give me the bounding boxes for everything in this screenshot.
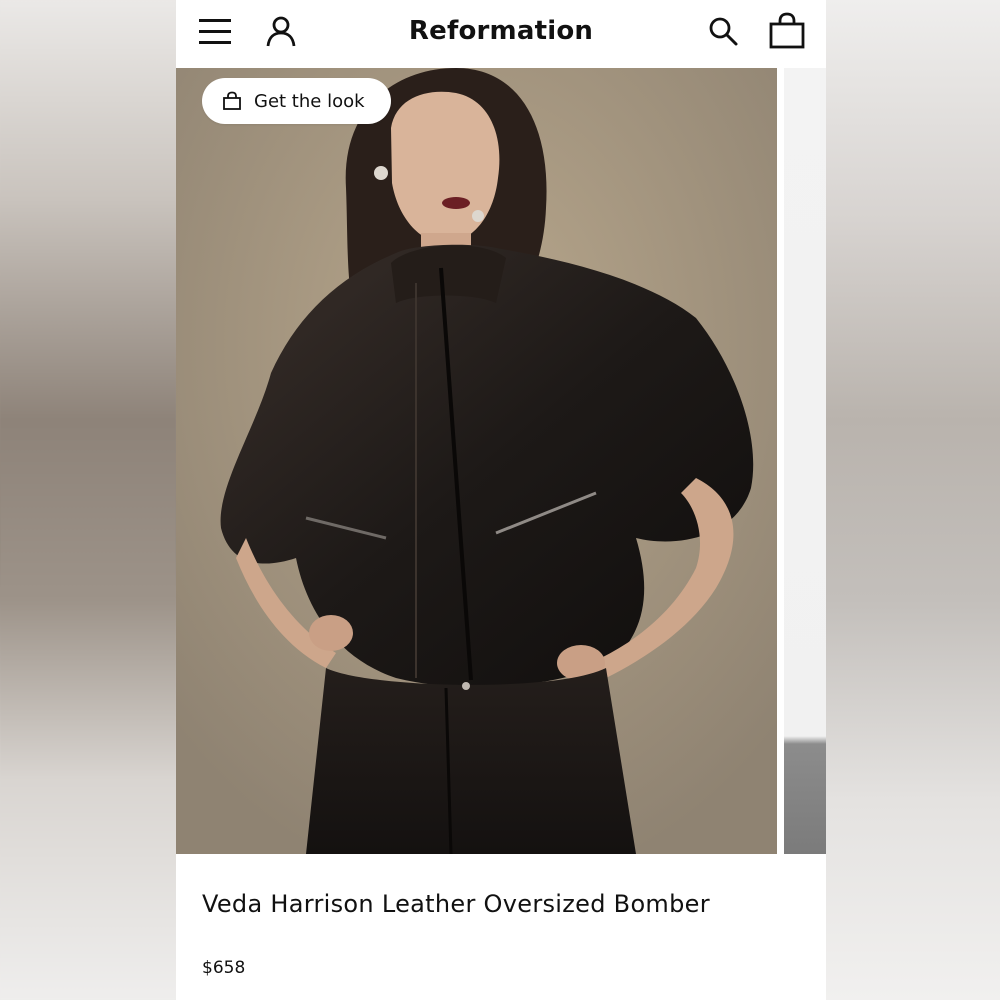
- blurred-backdrop-left: [0, 0, 176, 1000]
- next-product-image-peek[interactable]: [784, 68, 826, 854]
- shopping-bag-icon: [223, 91, 241, 110]
- product-title[interactable]: Veda Harrison Leather Oversized Bomber: [202, 890, 802, 918]
- menu-button[interactable]: [194, 10, 236, 52]
- menu-icon: [199, 19, 231, 44]
- model-photo: [176, 68, 777, 854]
- account-button[interactable]: [260, 10, 302, 52]
- search-icon: [709, 17, 738, 46]
- product-page: Reformation Get the look Veda Harrison L…: [176, 0, 826, 1000]
- account-icon: [266, 16, 296, 47]
- get-the-look-button[interactable]: Get the look: [202, 78, 391, 124]
- blurred-backdrop-right: [826, 0, 1000, 1000]
- product-image[interactable]: Get the look: [176, 68, 777, 854]
- search-button[interactable]: [702, 10, 744, 52]
- site-header: Reformation: [176, 0, 826, 68]
- cart-button[interactable]: [764, 8, 810, 54]
- get-the-look-label: Get the look: [254, 90, 365, 112]
- shopping-bag-icon: [769, 12, 805, 49]
- product-price: $658: [202, 958, 246, 978]
